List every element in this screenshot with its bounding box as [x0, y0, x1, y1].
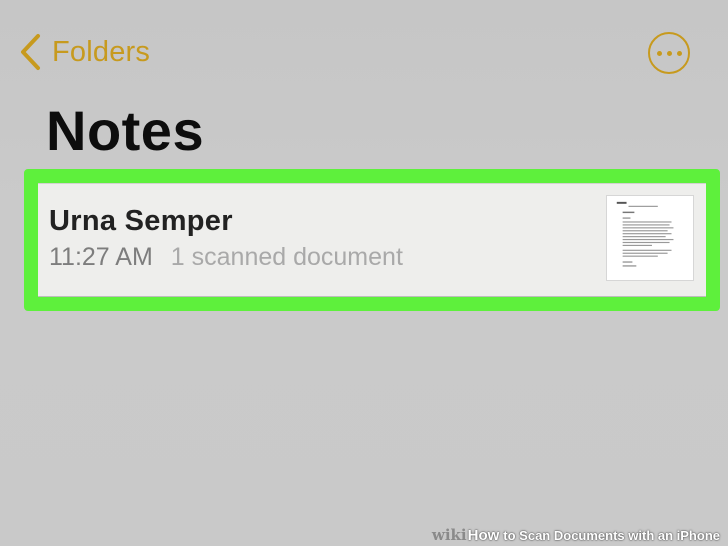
note-list-item[interactable]: Urna Semper 11:27 AM 1 scanned document	[38, 183, 706, 297]
page-title: Notes	[46, 99, 205, 162]
note-time: 11:27 AM	[49, 243, 153, 271]
scanned-document-thumbnail[interactable]	[606, 195, 694, 281]
watermark: wiki How to Scan Documents with an iPhone	[424, 524, 728, 546]
ellipsis-dot	[666, 50, 672, 56]
ellipsis-dot	[656, 50, 662, 56]
note-summary: 1 scanned document	[170, 243, 403, 271]
chevron-left-icon	[21, 34, 40, 70]
document-preview-icon	[607, 196, 693, 280]
note-title: Urna Semper	[49, 205, 233, 237]
ellipsis-dot	[676, 50, 682, 56]
notes-screen: Folders Notes Urna Semper 11:27 AM 1 scan…	[0, 0, 728, 546]
watermark-how: How	[467, 526, 500, 544]
back-to-folders-button[interactable]: Folders	[18, 30, 150, 74]
watermark-brand: wiki	[431, 526, 467, 544]
watermark-title: to Scan Documents with an iPhone	[503, 527, 720, 543]
row-divider	[38, 183, 706, 184]
back-button-label: Folders	[52, 35, 151, 68]
more-options-button[interactable]	[648, 32, 690, 74]
row-divider	[38, 296, 706, 297]
note-meta: 11:27 AM 1 scanned document	[49, 243, 403, 272]
